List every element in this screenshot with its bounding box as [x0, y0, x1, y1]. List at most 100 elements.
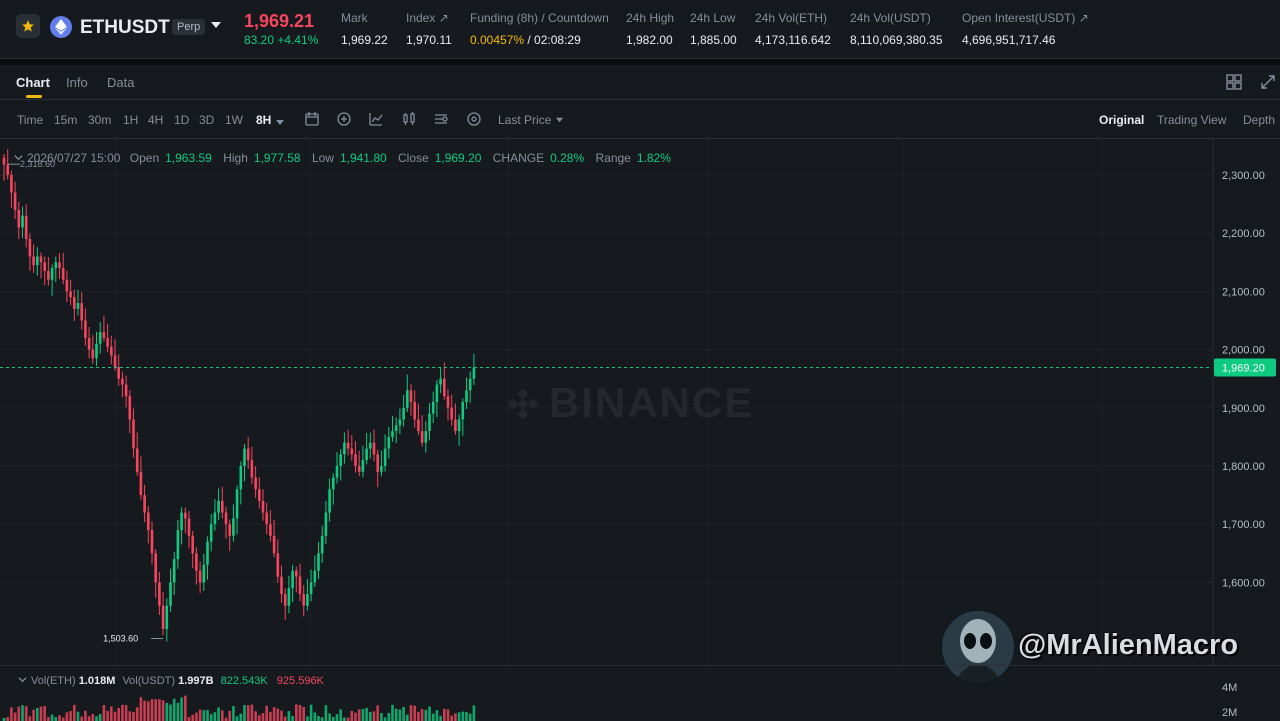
candle-body [298, 576, 302, 595]
stat-value: 4,696,951,717.46 [962, 33, 1056, 47]
candle-body [69, 291, 72, 298]
timeframe-dropdown-icon[interactable] [275, 114, 291, 130]
timeframe-time[interactable]: Time [17, 113, 43, 127]
chart-settings-icon[interactable] [433, 111, 449, 127]
volume-bar [117, 708, 120, 721]
drawing-tools-icon[interactable] [368, 111, 384, 127]
volume-bar [158, 699, 161, 721]
candle-body [387, 436, 391, 449]
volume-bar [383, 717, 387, 721]
timeframe-15m[interactable]: 15m [54, 113, 77, 127]
view-original[interactable]: Original [1099, 113, 1144, 127]
timeframe-1w[interactable]: 1W [225, 113, 243, 127]
candle-body [169, 582, 172, 606]
candle-body [283, 594, 287, 606]
candle-body [465, 390, 468, 402]
layout-grid-icon[interactable] [1225, 73, 1243, 91]
y-axis-tick-label: 2,300.00 [1222, 170, 1265, 182]
timeframe-1d[interactable]: 1D [174, 113, 189, 127]
volume-bar [350, 710, 354, 721]
timeframe-8h[interactable]: 8H [256, 113, 271, 127]
candle-body [269, 524, 272, 536]
candle-body [176, 530, 180, 560]
price-type-select[interactable]: Last Price [498, 113, 564, 127]
stat-open-interest[interactable]: Open Interest(USDT) ↗ 4,696,951,717.46 [962, 11, 1089, 47]
candle-body [128, 396, 132, 420]
view-depth[interactable]: Depth [1243, 113, 1275, 127]
stat-label: Funding (8h) / Countdown [470, 11, 609, 25]
volume-bar [420, 709, 424, 721]
volume-bar [398, 709, 402, 721]
candle-body [346, 442, 350, 449]
timeframe-30m[interactable]: 30m [88, 113, 111, 127]
volume-bar [424, 709, 428, 721]
candle-body [91, 349, 95, 359]
candle-body [350, 448, 354, 455]
candle-body [132, 419, 135, 449]
tab-chart[interactable]: Chart [16, 75, 50, 98]
volume-bar [202, 710, 206, 721]
candle-body [110, 346, 113, 356]
stat-label: Open Interest(USDT) ↗ [962, 11, 1089, 25]
stat-label: Mark [341, 11, 368, 25]
exchange-watermark: BINANCE [505, 379, 754, 427]
volume-bar [235, 716, 239, 721]
volume-bar [143, 700, 146, 721]
stat-index[interactable]: Index ↗ 1,970.11 [406, 11, 452, 47]
symbol-dropdown-icon[interactable] [211, 22, 221, 28]
candle-body [276, 553, 280, 577]
candle-body [39, 256, 43, 263]
timeframe-4h[interactable]: 4H [148, 113, 163, 127]
timeframe-3d[interactable]: 3D [199, 113, 214, 127]
candle-body [332, 477, 335, 490]
y-axis-tick-label: 2,000.00 [1222, 345, 1265, 357]
candle-body [306, 594, 309, 606]
candle-body [95, 343, 98, 359]
candle-body [394, 425, 398, 432]
candle-body [202, 564, 206, 583]
tab-info[interactable]: Info [66, 75, 88, 90]
add-indicator-icon[interactable] [336, 111, 352, 127]
candle-body [280, 576, 283, 595]
favorite-star-icon[interactable] [16, 14, 40, 38]
candle-body [161, 605, 165, 629]
chart-type-icon[interactable] [401, 111, 417, 127]
candle-body [87, 337, 91, 350]
target-icon[interactable] [466, 111, 482, 127]
volume-bar [80, 716, 83, 721]
candle-body [147, 512, 150, 531]
volume-bar [165, 702, 169, 721]
fullscreen-icon[interactable] [1259, 73, 1277, 91]
volume-bar [306, 716, 309, 721]
price-chart[interactable]: 1,600.00 1,700.00 1,800.00 1,900.00 2,000.00… [0, 139, 1280, 721]
volume-bar [295, 704, 298, 721]
volume-bar [206, 709, 209, 721]
volume-bar [413, 705, 416, 721]
volume-bar [221, 710, 224, 721]
candle-body [73, 297, 76, 309]
candle-body [391, 431, 394, 437]
stat-value: 1,885.00 [690, 33, 737, 47]
ohlc-change-label: CHANGE [492, 151, 545, 165]
vol-axis-2m: 2M [1222, 707, 1238, 719]
timeframe-1h[interactable]: 1H [123, 113, 138, 127]
candle-body [383, 448, 387, 466]
symbol-name[interactable]: ETHUSDT [80, 17, 170, 39]
tab-data[interactable]: Data [107, 75, 134, 90]
candle-body [320, 535, 324, 554]
volume-bar [147, 701, 150, 721]
chart-tabs: Chart Info Data [0, 66, 1280, 100]
volume-bar [10, 707, 13, 721]
volume-bar [450, 715, 453, 721]
view-trading-view[interactable]: Trading View [1157, 113, 1226, 127]
indicator-settings-icon[interactable] [304, 111, 320, 127]
candle-body [224, 512, 228, 525]
y-axis-tick-label: 1,800.00 [1222, 461, 1265, 473]
candle-body [457, 419, 461, 432]
volume-bar [250, 704, 254, 721]
candle-body [54, 262, 58, 269]
collapse-chevron-icon[interactable] [14, 153, 23, 162]
stat-label: 24h Vol(ETH) [755, 11, 828, 25]
stat-24h-high: 24h High 1,982.00 [626, 11, 674, 47]
volume-bar [258, 715, 261, 721]
